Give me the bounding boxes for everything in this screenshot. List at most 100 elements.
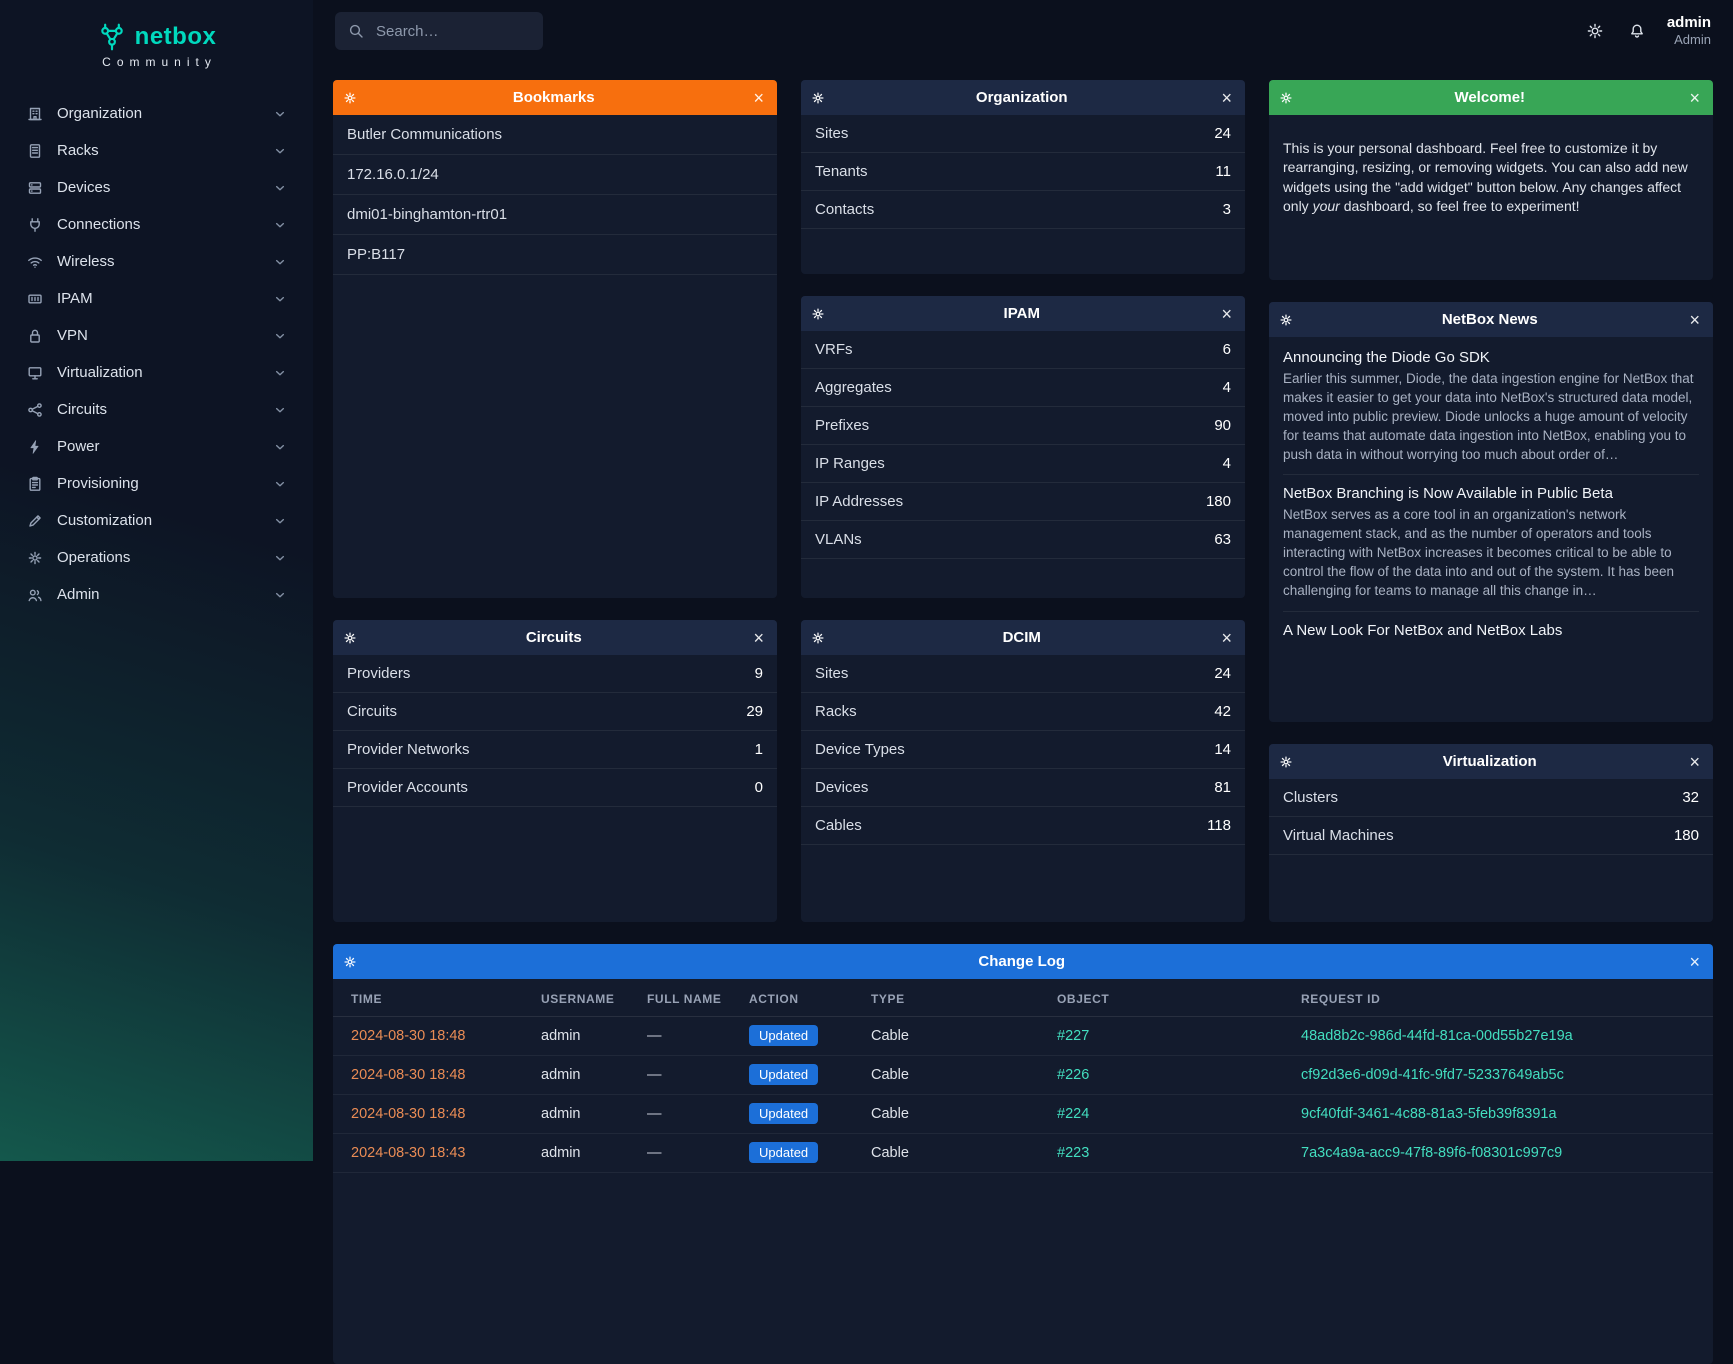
- sidebar-item-organization[interactable]: Organization: [16, 95, 297, 132]
- news-item-body: NetBox serves as a core tool in an organ…: [1283, 506, 1699, 600]
- bookmark-item[interactable]: PP:B117: [333, 235, 777, 275]
- user-menu[interactable]: admin Admin: [1667, 14, 1711, 48]
- theme-toggle-button[interactable]: [1583, 19, 1607, 43]
- chevron-down-icon: [273, 218, 287, 232]
- stat-value-link[interactable]: 81: [1214, 779, 1231, 796]
- changelog-time-link[interactable]: 2024-08-30 18:43: [351, 1145, 466, 1161]
- widget-close-icon[interactable]: ×: [1218, 89, 1235, 107]
- changelog-row: 2024-08-30 18:48 admin — Updated Cable #…: [333, 1056, 1713, 1095]
- widget-config-icon[interactable]: [1279, 313, 1293, 327]
- widget-organization: Organization × Sites 24 Tenants 11 Conta…: [801, 80, 1245, 274]
- sidebar-item-circuits[interactable]: Circuits: [16, 391, 297, 428]
- sidebar-item-provisioning[interactable]: Provisioning: [16, 465, 297, 502]
- widget-config-icon[interactable]: [1279, 755, 1293, 769]
- sidebar: netbox Community Organization Racks Devi…: [0, 0, 313, 1161]
- sidebar-item-devices[interactable]: Devices: [16, 169, 297, 206]
- sidebar-item-admin[interactable]: Admin: [16, 576, 297, 613]
- stat-value-link[interactable]: 9: [755, 665, 763, 682]
- sidebar-item-virtualization[interactable]: Virtualization: [16, 354, 297, 391]
- stat-label: Devices: [815, 779, 868, 796]
- stat-value-link[interactable]: 24: [1214, 665, 1231, 682]
- stat-value-link[interactable]: 14: [1214, 741, 1231, 758]
- sidebar-item-operations[interactable]: Operations: [16, 539, 297, 576]
- chevron-down-icon: [273, 329, 287, 343]
- bookmark-item[interactable]: Butler Communications: [333, 115, 777, 155]
- stat-label: Clusters: [1283, 789, 1338, 806]
- stat-value-link[interactable]: 90: [1214, 417, 1231, 434]
- widget-close-icon[interactable]: ×: [1218, 629, 1235, 647]
- widget-close-icon[interactable]: ×: [1686, 953, 1703, 971]
- news-item-title[interactable]: Announcing the Diode Go SDK: [1283, 349, 1699, 366]
- sidebar-item-label: Organization: [57, 105, 260, 122]
- changelog-object-link[interactable]: #227: [1057, 1028, 1089, 1044]
- bookmark-item[interactable]: 172.16.0.1/24: [333, 155, 777, 195]
- chevron-down-icon: [273, 477, 287, 491]
- changelog-object-link[interactable]: #224: [1057, 1106, 1089, 1122]
- bookmark-item[interactable]: dmi01-binghamton-rtr01: [333, 195, 777, 235]
- stat-row: Sites 24: [801, 655, 1245, 693]
- changelog-time-link[interactable]: 2024-08-30 18:48: [351, 1028, 466, 1044]
- stat-value-link[interactable]: 6: [1223, 341, 1231, 358]
- sidebar-item-vpn[interactable]: VPN: [16, 317, 297, 354]
- notifications-button[interactable]: [1625, 19, 1649, 43]
- stat-value-link[interactable]: 118: [1207, 817, 1231, 834]
- stat-row: VRFs 6: [801, 331, 1245, 369]
- changelog-full-name: —: [635, 1056, 737, 1095]
- changelog-object-link[interactable]: #226: [1057, 1067, 1089, 1083]
- stat-value-link[interactable]: 180: [1674, 827, 1699, 844]
- stat-value-link[interactable]: 4: [1223, 379, 1231, 396]
- widget-config-icon[interactable]: [811, 91, 825, 105]
- search-input[interactable]: [374, 22, 530, 41]
- widget-config-icon[interactable]: [811, 307, 825, 321]
- widget-config-icon[interactable]: [811, 631, 825, 645]
- widget-close-icon[interactable]: ×: [750, 629, 767, 647]
- users-icon: [26, 587, 44, 603]
- stat-value-link[interactable]: 0: [755, 779, 763, 796]
- sidebar-item-racks[interactable]: Racks: [16, 132, 297, 169]
- stat-value-link[interactable]: 29: [746, 703, 763, 720]
- stat-value-link[interactable]: 11: [1215, 163, 1231, 180]
- changelog-object-link[interactable]: #223: [1057, 1145, 1089, 1161]
- stat-value-link[interactable]: 3: [1223, 201, 1231, 218]
- changelog-time-link[interactable]: 2024-08-30 18:48: [351, 1067, 466, 1083]
- widget-close-icon[interactable]: ×: [750, 89, 767, 107]
- widget-config-icon[interactable]: [343, 91, 357, 105]
- widget-change-log: Change Log × TIME USERNAME FULL NAME ACT…: [333, 944, 1713, 1364]
- wifi-icon: [26, 254, 44, 270]
- stat-value-link[interactable]: 180: [1206, 493, 1231, 510]
- widget-config-icon[interactable]: [343, 955, 357, 969]
- sidebar-item-power[interactable]: Power: [16, 428, 297, 465]
- sidebar-item-wireless[interactable]: Wireless: [16, 243, 297, 280]
- changelog-full-name: —: [635, 1134, 737, 1173]
- news-item-title[interactable]: A New Look For NetBox and NetBox Labs: [1283, 622, 1699, 639]
- widget-dcim: DCIM × Sites 24 Racks 42 Device Types 14…: [801, 620, 1245, 922]
- sidebar-item-label: VPN: [57, 327, 260, 344]
- changelog-request-id-link[interactable]: 48ad8b2c-986d-44fd-81ca-00d55b27e19a: [1301, 1028, 1573, 1044]
- changelog-time-link[interactable]: 2024-08-30 18:48: [351, 1106, 466, 1122]
- widget-close-icon[interactable]: ×: [1686, 753, 1703, 771]
- changelog-request-id-link[interactable]: 9cf40fdf-3461-4c88-81a3-5feb39f8391a: [1301, 1106, 1557, 1122]
- widget-close-icon[interactable]: ×: [1218, 305, 1235, 323]
- sidebar-item-customization[interactable]: Customization: [16, 502, 297, 539]
- changelog-request-id-link[interactable]: cf92d3e6-d09d-41fc-9fd7-52337649ab5c: [1301, 1067, 1564, 1083]
- stat-value-link[interactable]: 1: [755, 741, 763, 758]
- widget-close-icon[interactable]: ×: [1686, 89, 1703, 107]
- stat-value-link[interactable]: 24: [1214, 125, 1231, 142]
- widget-config-icon[interactable]: [343, 631, 357, 645]
- changelog-column-header: USERNAME: [529, 979, 635, 1017]
- stat-value-link[interactable]: 4: [1223, 455, 1231, 472]
- chevron-down-icon: [273, 255, 287, 269]
- stat-value-link[interactable]: 63: [1214, 531, 1231, 548]
- news-item-title[interactable]: NetBox Branching is Now Available in Pub…: [1283, 485, 1699, 502]
- stat-label: Cables: [815, 817, 862, 834]
- stat-value-link[interactable]: 32: [1682, 789, 1699, 806]
- changelog-request-id-link[interactable]: 7a3c4a9a-acc9-47f8-89f6-f08301c997c9: [1301, 1145, 1562, 1161]
- sidebar-item-ipam[interactable]: IPAM: [16, 280, 297, 317]
- stat-value-link[interactable]: 42: [1214, 703, 1231, 720]
- news-item: NetBox Branching is Now Available in Pub…: [1283, 475, 1699, 611]
- sidebar-item-connections[interactable]: Connections: [16, 206, 297, 243]
- brand-logo[interactable]: netbox Community: [0, 0, 313, 81]
- stat-row: IP Addresses 180: [801, 483, 1245, 521]
- widget-config-icon[interactable]: [1279, 91, 1293, 105]
- widget-close-icon[interactable]: ×: [1686, 311, 1703, 329]
